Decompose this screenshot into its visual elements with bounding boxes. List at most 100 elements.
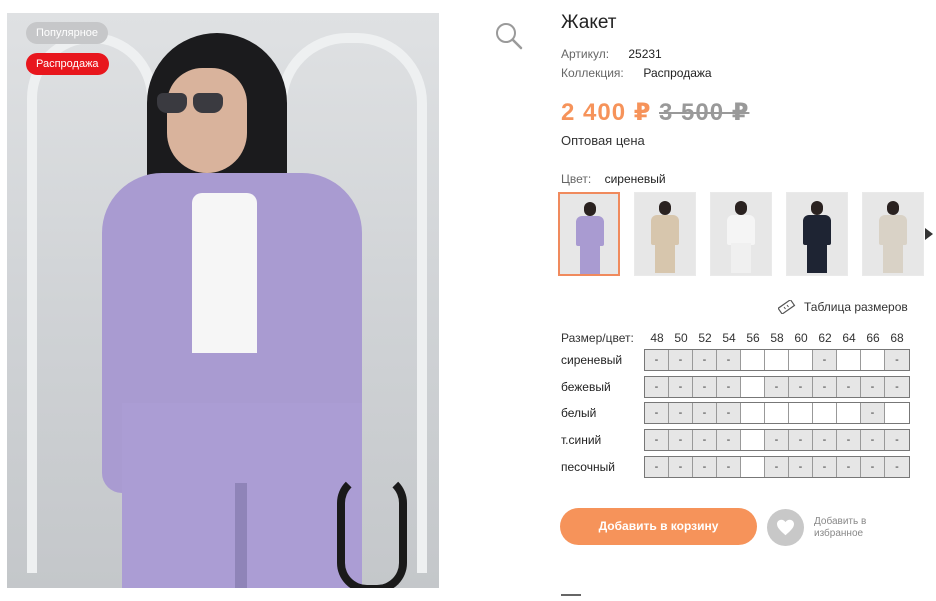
size-cell-unavailable: - [885, 430, 909, 450]
truncated-text-fragment [561, 594, 581, 601]
size-cell-unavailable: - [693, 350, 717, 370]
thumb-navy[interactable] [786, 192, 848, 276]
size-quantity-input[interactable] [813, 403, 837, 423]
favorite-label[interactable]: Добавить в избранное [814, 516, 884, 540]
size-cells: ------ [644, 349, 910, 371]
size-cell-unavailable: - [693, 457, 717, 477]
size-number: 54 [722, 331, 736, 345]
size-quantity-input[interactable] [741, 350, 765, 370]
ruler-icon [778, 300, 796, 314]
model-face [167, 68, 247, 173]
size-cell-unavailable: - [717, 430, 741, 450]
size-cell-unavailable: - [765, 457, 789, 477]
size-number: 62 [818, 331, 832, 345]
size-header-label: Размер/цвет: [561, 331, 634, 345]
size-row-color-label: бежевый [561, 380, 611, 394]
size-cell-unavailable: - [837, 377, 861, 397]
size-cells: ---------- [644, 429, 910, 451]
thumb-beige[interactable] [634, 192, 696, 276]
size-cell-unavailable: - [645, 350, 669, 370]
size-quantity-input[interactable] [789, 403, 813, 423]
price-note: Оптовая цена [561, 133, 645, 148]
size-chart-link[interactable]: Таблица размеров [778, 300, 908, 314]
old-price: 3 500 ₽ [659, 99, 750, 126]
size-cell-unavailable: - [669, 457, 693, 477]
size-quantity-input[interactable] [741, 430, 765, 450]
size-cell-unavailable: - [693, 430, 717, 450]
size-cell-unavailable: - [669, 403, 693, 423]
size-cell-unavailable: - [669, 350, 693, 370]
size-cell-unavailable: - [813, 430, 837, 450]
popular-badge: Популярное [26, 22, 109, 44]
heart-icon [777, 519, 794, 536]
size-cell-unavailable: - [765, 377, 789, 397]
size-quantity-input[interactable] [741, 403, 765, 423]
size-quantity-input[interactable] [861, 350, 885, 370]
size-number: 48 [650, 331, 664, 345]
size-row-color-label: белый [561, 406, 597, 420]
size-cell-unavailable: - [837, 430, 861, 450]
product-photo[interactable] [7, 13, 439, 588]
favorite-button[interactable] [767, 509, 804, 546]
size-number: 66 [866, 331, 880, 345]
size-cell-unavailable: - [717, 350, 741, 370]
thumb-white[interactable] [710, 192, 772, 276]
size-number: 50 [674, 331, 688, 345]
collection-row: Коллекция: Распродажа [561, 66, 712, 80]
size-row-color-label: сиреневый [561, 353, 623, 367]
size-cell-unavailable: - [885, 457, 909, 477]
size-cell-unavailable: - [717, 457, 741, 477]
size-cell-unavailable: - [669, 430, 693, 450]
size-cell-unavailable: - [669, 377, 693, 397]
size-number: 56 [746, 331, 760, 345]
size-quantity-input[interactable] [741, 377, 765, 397]
current-price: 2 400 ₽ [561, 99, 652, 126]
favorite-label-line2: избранное [814, 528, 864, 539]
model-sunglasses [157, 93, 225, 115]
size-number: 68 [890, 331, 904, 345]
size-chart-label[interactable]: Таблица размеров [804, 300, 908, 314]
size-cell-unavailable: - [645, 403, 669, 423]
zoom-icon[interactable] [495, 22, 523, 50]
size-quantity-input[interactable] [885, 403, 909, 423]
sale-badge: Распродажа [26, 53, 109, 75]
size-cells: ---------- [644, 456, 910, 478]
size-row-color-label: т.синий [561, 433, 602, 447]
size-quantity-input[interactable] [789, 350, 813, 370]
size-quantity-input[interactable] [765, 403, 789, 423]
size-quantity-input[interactable] [765, 350, 789, 370]
size-cell-unavailable: - [885, 377, 909, 397]
size-cell-unavailable: - [813, 350, 837, 370]
size-cell-unavailable: - [645, 430, 669, 450]
size-row-color-label: песочный [561, 460, 615, 474]
size-cell-unavailable: - [693, 377, 717, 397]
size-quantity-input[interactable] [741, 457, 765, 477]
size-cell-unavailable: - [813, 457, 837, 477]
color-thumbnails [558, 192, 928, 278]
size-cell-unavailable: - [861, 457, 885, 477]
thumb-sand[interactable] [862, 192, 924, 276]
favorite-label-line1: Добавить в [814, 516, 867, 527]
thumb-lilac[interactable] [558, 192, 620, 276]
size-quantity-input[interactable] [837, 350, 861, 370]
collection-value: Распродажа [643, 66, 712, 80]
add-to-cart-button[interactable]: Добавить в корзину [560, 508, 757, 545]
size-cells: ---------- [644, 376, 910, 398]
size-cell-unavailable: - [717, 377, 741, 397]
size-cell-unavailable: - [885, 350, 909, 370]
size-cell-unavailable: - [789, 377, 813, 397]
color-label: Цвет: [561, 172, 592, 186]
size-number: 58 [770, 331, 784, 345]
size-cell-unavailable: - [645, 377, 669, 397]
size-cell-unavailable: - [813, 377, 837, 397]
model-pants-seam [235, 483, 247, 588]
article-label: Артикул: [561, 47, 610, 61]
size-cell-unavailable: - [645, 457, 669, 477]
size-quantity-input[interactable] [837, 403, 861, 423]
thumbnails-next-arrow-icon[interactable] [925, 228, 933, 240]
color-value: сиреневый [604, 172, 666, 186]
size-number: 52 [698, 331, 712, 345]
size-cell-unavailable: - [861, 430, 885, 450]
size-number: 64 [842, 331, 856, 345]
size-cell-unavailable: - [837, 457, 861, 477]
